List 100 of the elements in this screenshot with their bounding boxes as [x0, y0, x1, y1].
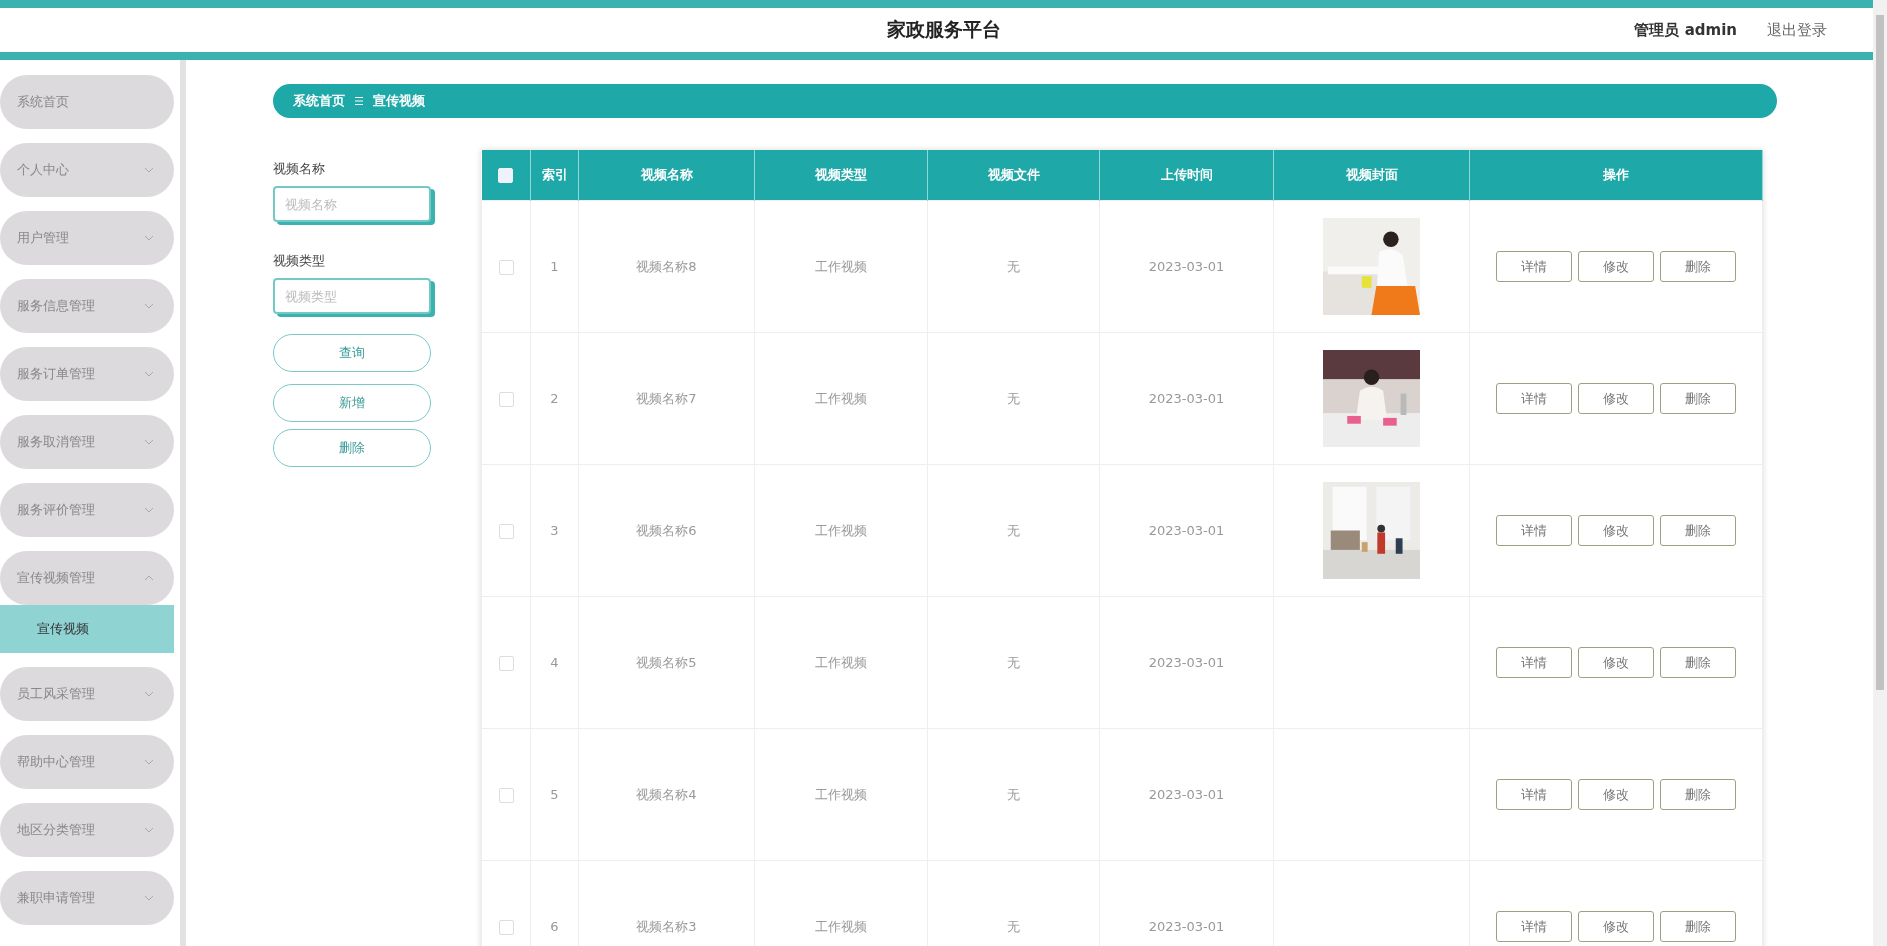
- checkbox[interactable]: [498, 655, 514, 671]
- table-cell: 视频名称8: [636, 258, 697, 274]
- table-cell: 工作视频: [815, 522, 867, 538]
- table-cell: 无: [1007, 918, 1020, 934]
- table-cell: 无: [1007, 654, 1020, 670]
- column-header: 操作: [1603, 167, 1629, 182]
- sidebar-item[interactable]: 服务评价管理: [0, 483, 174, 537]
- table-cell: 无: [1007, 786, 1020, 802]
- table-cell: 5: [550, 787, 559, 802]
- table-cell: 4: [550, 655, 559, 670]
- sidebar-item[interactable]: 员工风采管理: [0, 667, 174, 721]
- chevron-down-icon: [144, 167, 154, 173]
- row-action-button[interactable]: 详情: [1496, 515, 1572, 546]
- column-header: 视频封面: [1345, 167, 1398, 182]
- row-action-button[interactable]: 修改: [1578, 251, 1654, 282]
- table-cell: 视频名称3: [636, 918, 697, 934]
- chevron-down-icon: [144, 235, 154, 241]
- table-cell: 无: [1007, 258, 1020, 274]
- search-field[interactable]: 视频名称: [273, 186, 431, 222]
- column-header: 视频名称: [640, 167, 693, 182]
- menu-icon: [354, 96, 364, 106]
- column-header: 视频文件: [987, 167, 1040, 182]
- table-cell: 6: [550, 919, 559, 934]
- table-cell: 2023-03-01: [1148, 259, 1225, 274]
- checkbox[interactable]: [498, 523, 514, 539]
- action-button[interactable]: 查询: [273, 334, 431, 372]
- field-label: 视频类型: [273, 252, 326, 270]
- sidebar-item[interactable]: 服务信息管理: [0, 279, 174, 333]
- checkbox[interactable]: [498, 391, 514, 407]
- sidebar-item[interactable]: 用户管理: [0, 211, 174, 265]
- sidebar-item[interactable]: 帮助中心管理: [0, 735, 174, 789]
- sidebar-item[interactable]: 服务取消管理: [0, 415, 174, 469]
- table-cell: 2023-03-01: [1148, 787, 1225, 802]
- row-action-button[interactable]: 修改: [1578, 911, 1654, 942]
- checkbox[interactable]: [498, 259, 514, 275]
- table-cell: 无: [1007, 390, 1020, 406]
- submenu-item[interactable]: 宣传视频: [0, 605, 174, 653]
- sidebar-item[interactable]: 地区分类管理: [0, 803, 174, 857]
- table-cell: 工作视频: [815, 918, 867, 934]
- table-cell: 3: [550, 523, 559, 538]
- table-cell: 工作视频: [815, 390, 867, 406]
- table-cell: 2023-03-01: [1148, 391, 1225, 406]
- chevron-down-icon: [144, 759, 154, 765]
- chevron-down-icon: [144, 827, 154, 833]
- row-action-button[interactable]: 删除: [1660, 251, 1736, 282]
- table-cell: 视频名称7: [636, 390, 697, 406]
- user-label: 管理员 admin: [1634, 20, 1737, 40]
- row-action-button[interactable]: 删除: [1660, 911, 1736, 942]
- table-cell: 2023-03-01: [1148, 655, 1225, 670]
- table-cell: 1: [550, 259, 559, 274]
- column-header: 视频类型: [815, 167, 867, 182]
- breadcrumb-item[interactable]: 宣传视频: [373, 92, 425, 110]
- row-action-button[interactable]: 删除: [1660, 779, 1736, 810]
- column-header: 上传时间: [1160, 167, 1213, 182]
- table-cell: 工作视频: [815, 786, 867, 802]
- logout-link[interactable]: 退出登录: [1767, 20, 1827, 40]
- column-header: 索引: [541, 167, 568, 182]
- sidebar-item[interactable]: 兼职申请管理: [0, 871, 174, 925]
- chevron-down-icon: [144, 691, 154, 697]
- table-cell: 无: [1007, 522, 1020, 538]
- checkbox[interactable]: [498, 919, 514, 935]
- scrollbar[interactable]: [1873, 0, 1887, 946]
- table-cell: 2023-03-01: [1148, 523, 1225, 538]
- table-cell: 2: [550, 391, 559, 406]
- row-action-button[interactable]: 详情: [1496, 779, 1572, 810]
- breadcrumb-item[interactable]: 系统首页: [293, 92, 345, 110]
- chevron-down-icon: [144, 895, 154, 901]
- row-action-button[interactable]: 详情: [1496, 647, 1572, 678]
- row-action-button[interactable]: 修改: [1578, 779, 1654, 810]
- table-cell: 2023-03-01: [1148, 919, 1225, 934]
- chevron-down-icon: [144, 303, 154, 309]
- table-cell: 工作视频: [815, 258, 867, 274]
- row-action-button[interactable]: 详情: [1496, 383, 1572, 414]
- table-cell: 工作视频: [815, 654, 867, 670]
- row-action-button[interactable]: 删除: [1660, 515, 1736, 546]
- row-action-button[interactable]: 修改: [1578, 383, 1654, 414]
- row-action-button[interactable]: 详情: [1496, 251, 1572, 282]
- chevron-down-icon: [144, 507, 154, 513]
- row-action-button[interactable]: 修改: [1578, 515, 1654, 546]
- site-title: 家政服务平台: [886, 17, 1001, 42]
- sidebar-item[interactable]: 服务订单管理: [0, 347, 174, 401]
- sidebar-item[interactable]: 系统首页: [0, 75, 174, 129]
- row-action-button[interactable]: 详情: [1496, 911, 1572, 942]
- row-action-button[interactable]: 修改: [1578, 647, 1654, 678]
- row-action-button[interactable]: 删除: [1660, 383, 1736, 414]
- sidebar-item[interactable]: 宣传视频管理: [0, 551, 174, 605]
- sidebar-item[interactable]: 个人中心: [0, 143, 174, 197]
- chevron-up-icon: [144, 575, 154, 581]
- action-button[interactable]: 删除: [273, 429, 431, 467]
- table-cell: 视频名称6: [636, 522, 697, 538]
- checkbox[interactable]: [498, 787, 514, 803]
- search-field[interactable]: 视频类型: [273, 278, 431, 314]
- table-cell: 视频名称4: [636, 786, 697, 802]
- row-action-button[interactable]: 删除: [1660, 647, 1736, 678]
- chevron-down-icon: [144, 371, 154, 377]
- checkbox[interactable]: [498, 168, 514, 183]
- field-label: 视频名称: [273, 160, 326, 178]
- action-button[interactable]: 新增: [273, 384, 431, 422]
- chevron-down-icon: [144, 439, 154, 445]
- table-cell: 视频名称5: [636, 654, 697, 670]
